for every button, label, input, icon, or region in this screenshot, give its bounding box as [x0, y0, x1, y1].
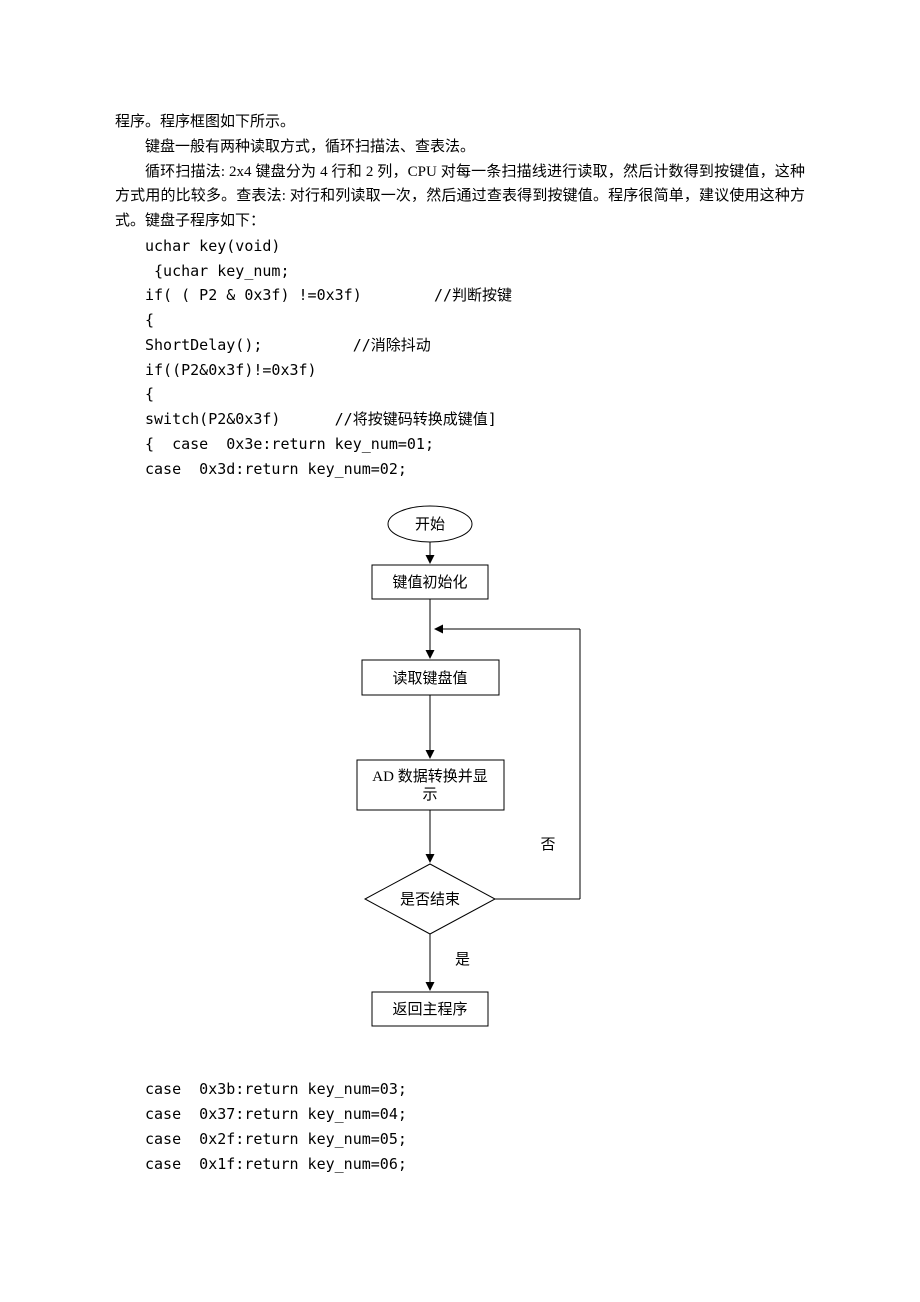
flow-decision: 是否结束	[400, 891, 460, 908]
code-line: case 0x3d:return key_num=02;	[145, 460, 407, 478]
code-line: {	[145, 385, 154, 403]
code-line: { case 0x3e:return key_num=01;	[145, 435, 434, 453]
code-line: if( ( P2 & 0x3f) !=0x3f) //判断按键	[145, 286, 512, 304]
code-line: {uchar key_num;	[145, 262, 290, 280]
code-line: case 0x2f:return key_num=05;	[145, 1130, 407, 1148]
flow-read: 读取键盘值	[392, 669, 467, 687]
flow-init: 键值初始化	[392, 574, 467, 591]
code-block-bottom: case 0x3b:return key_num=03; case 0x37:r…	[145, 1077, 805, 1176]
paragraph-2: 键盘一般有两种读取方式，循环扫描法、查表法。	[115, 135, 805, 160]
flow-ad-line1: AD 数据转换并显	[372, 768, 487, 785]
code-line: {	[145, 311, 154, 329]
code-line: if((P2&0x3f)!=0x3f)	[145, 361, 317, 379]
flowchart-diagram: 开始 键值初始化 读取键盘值 AD 数据转换并显 示 是否结束 否 是	[280, 499, 640, 1059]
flow-return: 返回主程序	[392, 1001, 467, 1018]
code-block-top: uchar key(void) {uchar key_num; if( ( P2…	[145, 234, 805, 482]
code-line: case 0x37:return key_num=04;	[145, 1105, 407, 1123]
paragraph-1: 程序。程序框图如下所示。	[115, 110, 805, 135]
paragraph-3: 循环扫描法: 2x4 键盘分为 4 行和 2 列，CPU 对每一条扫描线进行读取…	[115, 160, 805, 234]
flow-yes-label: 是	[455, 952, 470, 968]
code-line: uchar key(void)	[145, 237, 280, 255]
flow-start: 开始	[415, 516, 445, 533]
code-line: case 0x3b:return key_num=03;	[145, 1080, 407, 1098]
code-line: switch(P2&0x3f) //将按键码转换成键值]	[145, 410, 497, 428]
code-line: ShortDelay(); //消除抖动	[145, 336, 431, 354]
document-page: 程序。程序框图如下所示。 键盘一般有两种读取方式，循环扫描法、查表法。 循环扫描…	[0, 0, 920, 1236]
code-line: case 0x1f:return key_num=06;	[145, 1155, 407, 1173]
flow-no-label: 否	[540, 837, 555, 853]
flow-ad-line2: 示	[422, 787, 437, 803]
